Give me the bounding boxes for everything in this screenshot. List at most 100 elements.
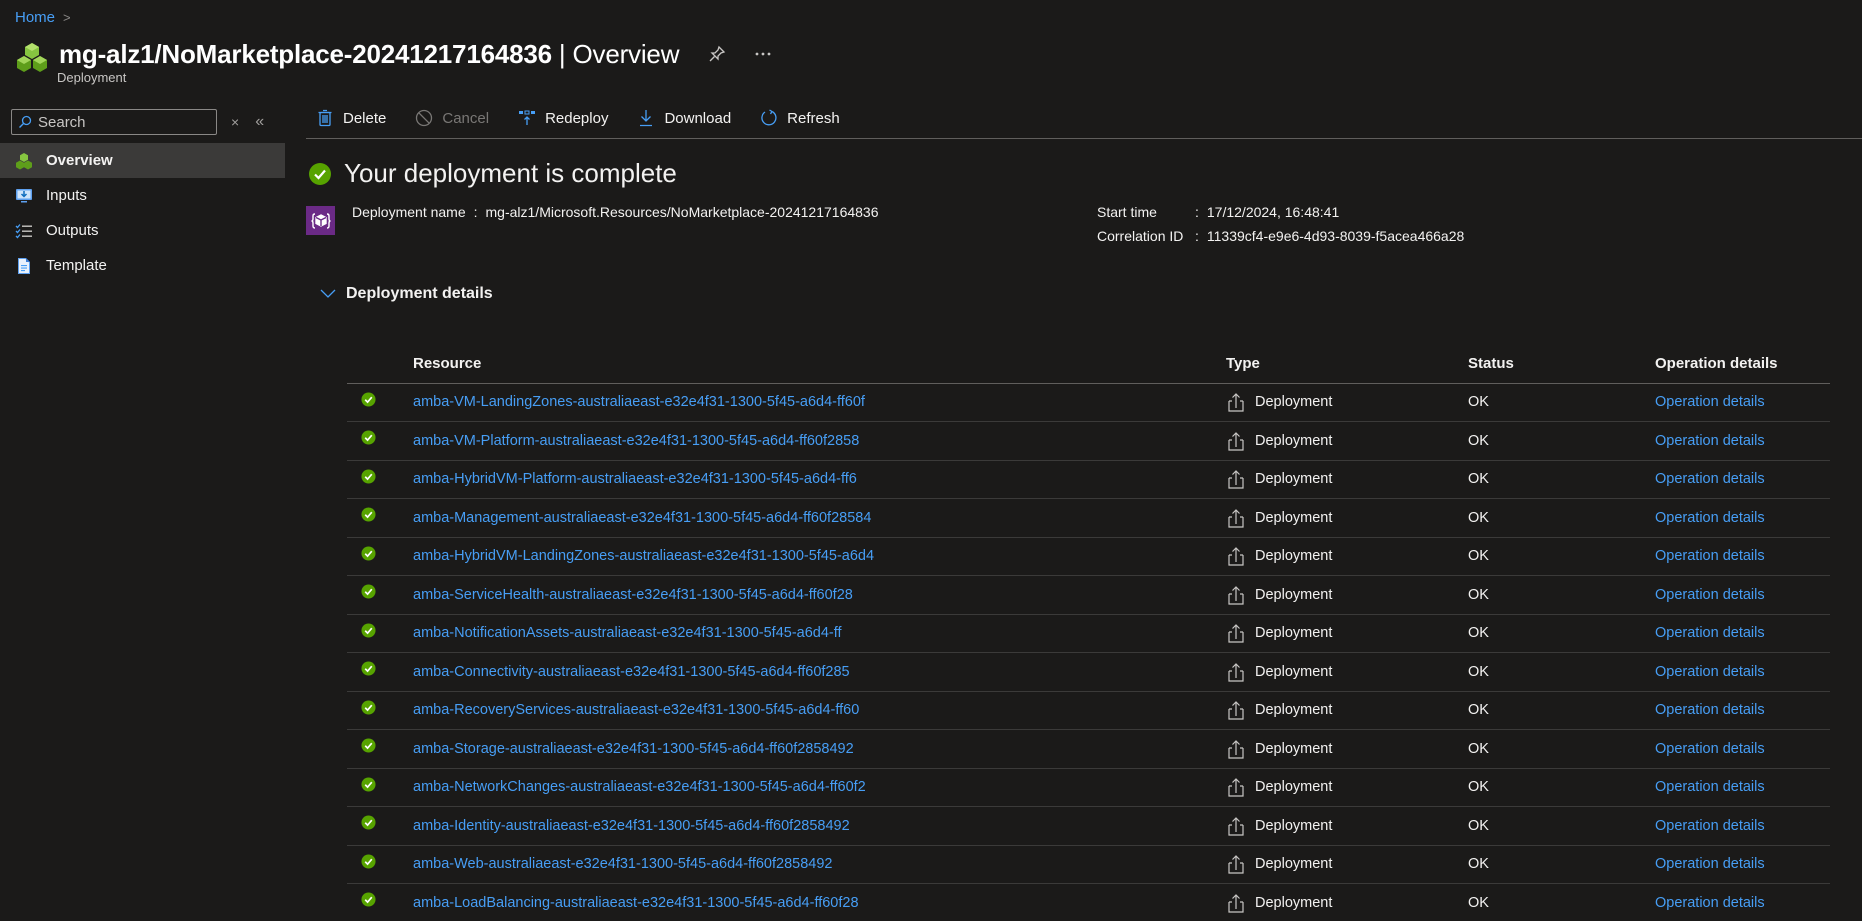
resource-link[interactable]: amba-Storage-australiaeast-e32e4f31-1300… [413, 741, 854, 757]
redeploy-icon [519, 110, 536, 125]
resource-link[interactable]: amba-Identity-australiaeast-e32e4f31-130… [413, 818, 850, 834]
toolbar-divider [306, 138, 1862, 139]
operation-details-link[interactable]: Operation details [1655, 895, 1765, 911]
deployment-upload-icon [1228, 508, 1244, 528]
status-value: OK [1468, 702, 1489, 719]
resource-link[interactable]: amba-RecoveryServices-australiaeast-e32e… [413, 702, 859, 718]
operation-details-link[interactable]: Operation details [1655, 625, 1765, 641]
search-icon [19, 115, 32, 128]
status-value: OK [1468, 471, 1489, 488]
success-check-icon [361, 661, 376, 676]
resource-link[interactable]: amba-VM-LandingZones-australiaeast-e32e4… [413, 394, 865, 410]
success-check-icon [361, 469, 376, 484]
resource-type: Deployment [1255, 509, 1333, 526]
success-check-icon [361, 546, 376, 561]
column-header-status[interactable]: Status [1468, 345, 1655, 384]
status-value: OK [1468, 432, 1489, 449]
success-check-icon [361, 854, 376, 869]
sidebar-search-input[interactable] [38, 113, 208, 131]
resource-link[interactable]: amba-VM-Platform-australiaeast-e32e4f31-… [413, 433, 859, 449]
operation-details-link[interactable]: Operation details [1655, 741, 1765, 757]
resource-type: Deployment [1255, 432, 1333, 449]
operation-details-link[interactable]: Operation details [1655, 779, 1765, 795]
pin-icon[interactable] [705, 42, 729, 66]
cancel-circle-icon [416, 109, 433, 127]
resource-link[interactable]: amba-Web-australiaeast-e32e4f31-1300-5f4… [413, 856, 832, 872]
deployment-status-heading: Your deployment is complete [308, 158, 677, 189]
resource-link[interactable]: amba-HybridVM-LandingZones-australiaeast… [413, 548, 874, 564]
resource-link[interactable]: amba-NotificationAssets-australiaeast-e3… [413, 625, 842, 641]
table-row: amba-NetworkChanges-australiaeast-e32e4f… [347, 768, 1830, 807]
deployment-details-toggle[interactable]: Deployment details [320, 285, 493, 303]
column-header-operation-details[interactable]: Operation details [1655, 345, 1830, 384]
deployment-upload-icon [1228, 431, 1244, 451]
operation-details-link[interactable]: Operation details [1655, 394, 1765, 410]
breadcrumb-home-link[interactable]: Home [15, 9, 55, 26]
deployment-upload-icon [1228, 739, 1244, 759]
deployment-details-table: Resource Type Status Operation details a… [347, 345, 1830, 921]
resource-link[interactable]: amba-Connectivity-australiaeast-e32e4f31… [413, 664, 850, 680]
more-options-ellipsis-icon[interactable] [751, 42, 775, 66]
sidebar-item-outputs[interactable]: Outputs [0, 213, 285, 248]
operation-details-link[interactable]: Operation details [1655, 702, 1765, 718]
start-time-value: 17/12/2024, 16:48:41 [1206, 204, 1340, 220]
chevron-right-icon: > [63, 9, 71, 25]
refresh-icon [761, 109, 777, 126]
collapse-sidebar-icon[interactable]: « [255, 113, 264, 131]
download-button[interactable]: Download [627, 109, 731, 127]
resource-type: Deployment [1255, 779, 1333, 796]
sidebar-item-template[interactable]: Template [0, 248, 285, 283]
deployment-upload-icon [1228, 816, 1244, 836]
operation-details-link[interactable]: Operation details [1655, 856, 1765, 872]
clear-search-icon[interactable]: × [231, 114, 239, 130]
operation-details-link[interactable]: Operation details [1655, 548, 1765, 564]
deployment-cubes-icon [17, 43, 47, 72]
status-value: OK [1468, 625, 1489, 642]
cancel-button[interactable]: Cancel [405, 109, 489, 127]
success-check-icon [309, 162, 331, 185]
start-time-field: Start time : 17/12/2024, 16:48:41 [1097, 204, 1340, 220]
resource-link[interactable]: amba-Management-australiaeast-e32e4f31-1… [413, 510, 871, 526]
operation-details-link[interactable]: Operation details [1655, 433, 1765, 449]
resource-link[interactable]: amba-HybridVM-Platform-australiaeast-e32… [413, 471, 857, 487]
breadcrumb: Home > [15, 6, 71, 28]
status-value: OK [1468, 663, 1489, 680]
table-row: amba-RecoveryServices-australiaeast-e32e… [347, 691, 1830, 730]
sidebar-item-overview[interactable]: Overview [0, 143, 285, 178]
delete-button[interactable]: Delete [306, 109, 386, 127]
table-row: amba-Connectivity-australiaeast-e32e4f31… [347, 652, 1830, 692]
deployment-upload-icon [1228, 624, 1244, 643]
deployment-metadata: Start time : 17/12/2024, 16:48:41 Correl… [1097, 200, 1464, 248]
column-header-resource[interactable]: Resource [413, 345, 1226, 384]
operation-details-link[interactable]: Operation details [1655, 664, 1765, 680]
success-check-icon [361, 777, 376, 792]
table-row: amba-ServiceHealth-australiaeast-e32e4f3… [347, 575, 1830, 615]
status-value: OK [1468, 740, 1489, 757]
trash-icon [318, 109, 332, 127]
refresh-button[interactable]: Refresh [750, 109, 840, 127]
operation-details-link[interactable]: Operation details [1655, 818, 1765, 834]
operation-details-link[interactable]: Operation details [1655, 471, 1765, 487]
command-bar: Delete Cancel Redeploy Download Refresh [306, 103, 1862, 133]
cubes-icon [16, 152, 32, 169]
resource-link[interactable]: amba-NetworkChanges-australiaeast-e32e4f… [413, 779, 866, 795]
sidebar-item-inputs[interactable]: Inputs [0, 178, 285, 213]
deployment-upload-icon [1228, 585, 1244, 605]
resource-link[interactable]: amba-ServiceHealth-australiaeast-e32e4f3… [413, 587, 853, 603]
column-header-type[interactable]: Type [1226, 345, 1468, 384]
sidebar: × « Overview Inputs [0, 100, 285, 283]
table-row: amba-Identity-australiaeast-e32e4f31-130… [347, 806, 1830, 846]
operation-details-link[interactable]: Operation details [1655, 587, 1765, 603]
resource-type: Deployment [1255, 894, 1333, 911]
table-row: amba-Management-australiaeast-e32e4f31-1… [347, 498, 1830, 538]
resource-link[interactable]: amba-LoadBalancing-australiaeast-e32e4f3… [413, 895, 859, 911]
status-value: OK [1468, 548, 1489, 565]
resource-type: Deployment [1255, 663, 1333, 680]
sidebar-search[interactable] [11, 109, 217, 135]
success-check-icon [361, 507, 376, 522]
status-value: OK [1468, 509, 1489, 526]
redeploy-button[interactable]: Redeploy [508, 109, 608, 127]
success-check-icon [361, 430, 376, 445]
operation-details-link[interactable]: Operation details [1655, 510, 1765, 526]
status-value: OK [1468, 779, 1489, 796]
